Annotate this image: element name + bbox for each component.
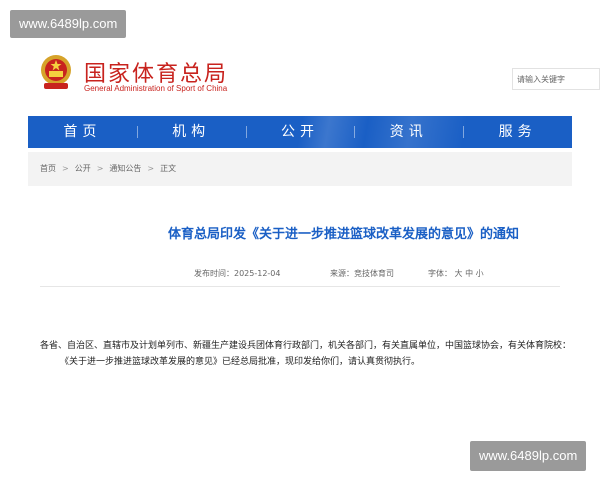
font-size-medium[interactable]: 中 [465, 269, 473, 278]
nav-item-organization[interactable]: 机构 [136, 116, 246, 148]
article-source: 来源：竞技体育司 [330, 269, 394, 278]
site-header: 国家体育总局 General Administration of Sport o… [28, 48, 600, 112]
breadcrumb-separator: > [96, 164, 104, 173]
article-title: 体育总局印发《关于进一步推进篮球改革发展的意见》的通知 [168, 227, 520, 242]
publish-time: 发布时间：2025-12-04 [194, 269, 281, 278]
search-input[interactable]: 请输入关键字 [512, 68, 600, 90]
font-size-large[interactable]: 大 [455, 269, 463, 278]
breadcrumb-notices[interactable]: 通知公告 [109, 164, 141, 173]
font-size-small[interactable]: 小 [476, 269, 484, 278]
watermark-top: www.6489lp.com [10, 10, 127, 38]
breadcrumb-separator: > [147, 164, 155, 173]
nav-item-public[interactable]: 公开 [245, 116, 355, 148]
article-body: 各省、自治区、直辖市及计划单列市、新疆生产建设兵团体育行政部门，机关各部门，有关… [40, 338, 580, 370]
article-paragraph: 《关于进一步推进篮球改革发展的意见》已经总局批准，现印发给你们，请认真贯彻执行。 [60, 357, 421, 367]
nav-item-news[interactable]: 资讯 [354, 116, 463, 148]
nav-item-home[interactable]: 首页 [28, 116, 137, 148]
main-nav: 首页 机构 公开 资讯 服务 [28, 116, 572, 148]
divider [40, 286, 560, 287]
breadcrumb-public[interactable]: 公开 [75, 164, 91, 173]
font-size-controls: 字体： 大 中 小 [428, 268, 484, 279]
breadcrumb-current: 正文 [160, 164, 177, 173]
font-size-label: 字体： [428, 269, 452, 278]
org-name-en: General Administration of Sport of China [84, 84, 228, 93]
breadcrumb: 首页 > 公开 > 通知公告 > 正文 [28, 152, 572, 186]
national-emblem-icon [41, 55, 71, 89]
nav-item-services[interactable]: 服务 [463, 116, 572, 148]
watermark-bottom: www.6489lp.com [470, 441, 587, 471]
article-paragraph: 各省、自治区、直辖市及计划单列市、新疆生产建设兵团体育行政部门，机关各部门，有关… [40, 341, 572, 351]
breadcrumb-separator: > [62, 164, 69, 173]
breadcrumb-home[interactable]: 首页 [40, 164, 56, 173]
article-meta: 发布时间：2025-12-04 来源：竞技体育司 字体： 大 中 小 [40, 268, 560, 282]
